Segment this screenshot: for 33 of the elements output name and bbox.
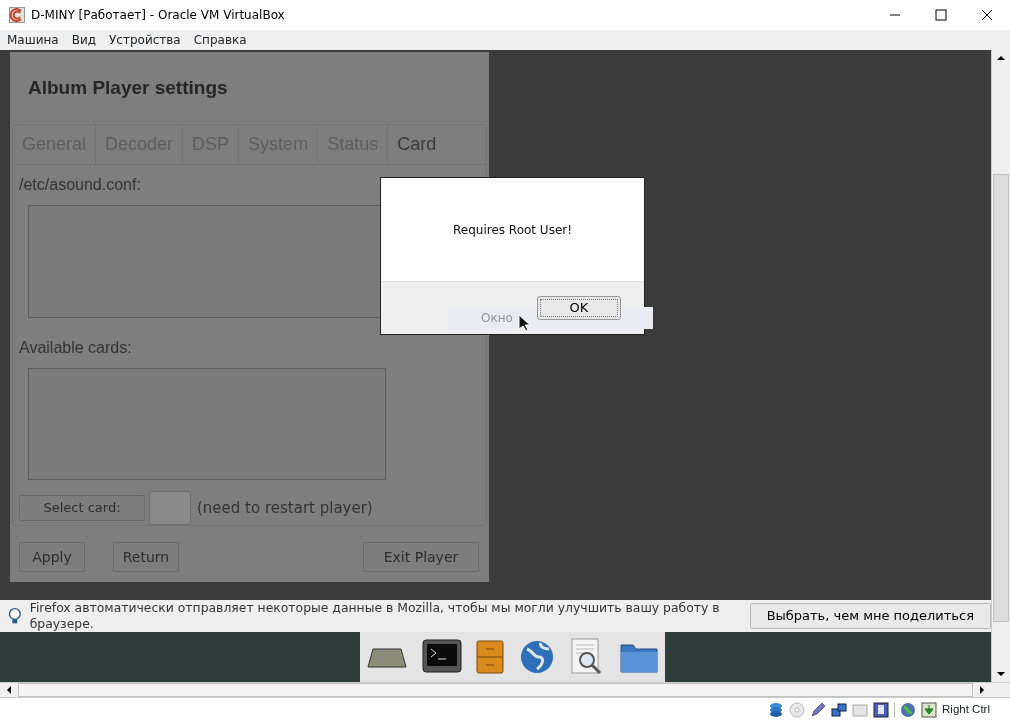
notification-message: Firefox автоматически отправляет некоторые данные в Mozilla, чтобы мы могли улучшить вашу работу в браузере. bbox=[29, 600, 721, 632]
restart-note: (need to restart player) bbox=[197, 497, 373, 519]
capture-icon[interactable] bbox=[873, 701, 890, 718]
ok-button[interactable]: OK bbox=[537, 296, 621, 320]
field-label: Available cards: bbox=[19, 337, 132, 358]
alert-message: Requires Root User! bbox=[453, 221, 572, 239]
window-title: Album Player settings bbox=[10, 52, 489, 122]
share-choice-button[interactable]: Выбрать, чем мне поделиться bbox=[749, 603, 991, 629]
footer-button[interactable]: Return bbox=[113, 542, 179, 572]
field-label: /etc/asound.conf: bbox=[19, 175, 141, 196]
window-title: D-MINY [Работает] - Oracle VM VirtualBox bbox=[31, 7, 285, 24]
globe-icon[interactable] bbox=[518, 639, 555, 675]
menu-item[interactable]: Устройства bbox=[102, 31, 187, 49]
disk-stack-icon[interactable] bbox=[768, 701, 785, 718]
drive-icon[interactable] bbox=[367, 645, 408, 669]
menu-item[interactable]: Справка bbox=[186, 31, 253, 49]
network-icon[interactable] bbox=[831, 701, 848, 718]
menu-item[interactable]: Машина bbox=[0, 31, 65, 49]
footer-button[interactable]: Apply bbox=[19, 542, 85, 572]
app-logo-icon bbox=[9, 7, 25, 23]
menu-item[interactable]: Вид bbox=[64, 31, 102, 49]
pen-icon[interactable] bbox=[810, 701, 827, 718]
footer-button[interactable]: Exit Player bbox=[363, 542, 479, 572]
mouse-pointer-icon bbox=[518, 314, 530, 332]
host-key-label: Right Ctrl bbox=[942, 701, 990, 717]
settings-tab[interactable]: Card bbox=[388, 125, 446, 165]
lightbulb-icon bbox=[8, 607, 22, 625]
cabinet-icon[interactable] bbox=[476, 640, 505, 674]
terminal-icon[interactable] bbox=[421, 639, 462, 675]
folder-icon[interactable] bbox=[619, 641, 658, 673]
card-input-field[interactable] bbox=[149, 491, 191, 525]
keyboard-capture-icon[interactable] bbox=[921, 701, 938, 718]
select-card-button[interactable]: Select card: bbox=[19, 495, 145, 521]
